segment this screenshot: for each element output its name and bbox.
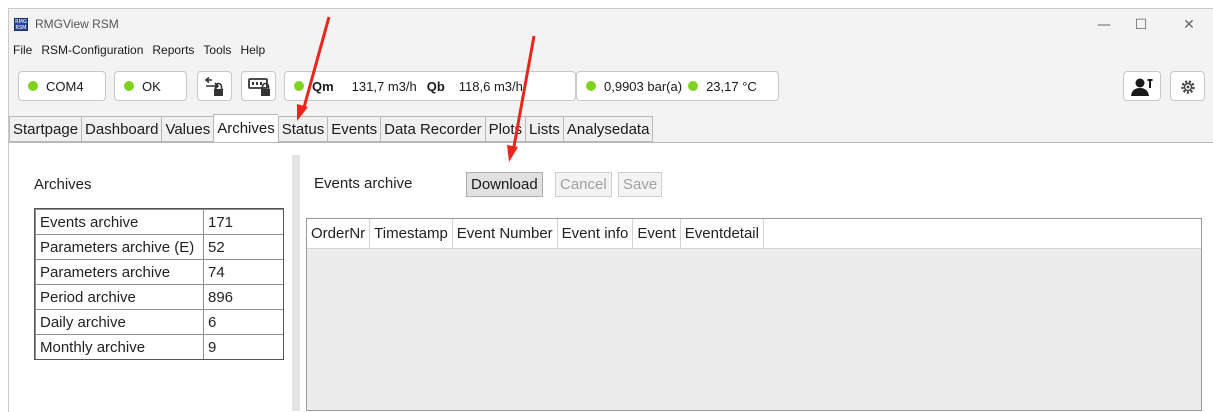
network-lock-button[interactable] (197, 71, 232, 101)
toolbar: COM4 OK Qm 131,7 m3/h Qb 118,6 m3/h 0,99… (9, 69, 1213, 111)
archive-count: 52 (203, 234, 284, 260)
app-window: RMG RSM RMGView RSM — ☐ ✕ File RSM-Confi… (8, 8, 1213, 412)
menu-rsm-configuration[interactable]: RSM-Configuration (37, 42, 148, 60)
grid-header: OrderNr Timestamp Event Number Event inf… (307, 219, 1201, 249)
archive-name: Monthly archive (35, 334, 204, 360)
column-header-event-number[interactable]: Event Number (453, 219, 558, 248)
column-header-event-info[interactable]: Event info (558, 219, 634, 248)
tab-values[interactable]: Values (161, 116, 214, 142)
temperature-led-icon (688, 81, 699, 91)
com-port-label: COM4 (46, 78, 84, 94)
archive-count: 74 (203, 259, 284, 285)
close-button[interactable]: ✕ (1169, 13, 1209, 37)
column-header-timestamp[interactable]: Timestamp (370, 219, 453, 248)
status-led-icon (124, 81, 134, 91)
archive-count: 171 (203, 209, 284, 235)
qb-value: 118,6 m3/h (458, 78, 523, 94)
column-header-eventdetail[interactable]: Eventdetail (681, 219, 764, 248)
title-bar: RMG RSM RMGView RSM — ☐ ✕ (9, 9, 1213, 41)
table-row[interactable]: Period archive 896 (35, 284, 284, 310)
tab-analysedata[interactable]: Analysedata (562, 116, 654, 142)
tab-events[interactable]: Events (327, 116, 381, 142)
archive-name: Parameters archive (35, 259, 204, 285)
pane-splitter[interactable] (292, 155, 300, 411)
cancel-button[interactable]: Cancel (555, 172, 612, 197)
selected-archive-heading: Events archive (314, 175, 413, 192)
minimize-button[interactable]: — (1084, 13, 1124, 37)
connection-status-indicator[interactable]: OK (114, 71, 187, 101)
table-row[interactable]: Daily archive 6 (35, 309, 284, 335)
archives-list-pane: Archives Events archive 171 Parameters a… (9, 143, 299, 412)
gear-icon (1181, 80, 1195, 94)
column-header-ordernr[interactable]: OrderNr (307, 219, 371, 248)
tab-lists[interactable]: Lists (525, 116, 563, 142)
archive-count: 896 (203, 284, 284, 310)
menu-tools[interactable]: Tools (199, 42, 236, 60)
connection-status-label: OK (142, 78, 161, 94)
tab-dashboard[interactable]: Dashboard (81, 116, 162, 142)
menu-bar: File RSM-Configuration Reports Tools Hel… (9, 42, 270, 60)
qm-value: 131,7 m3/h (351, 78, 417, 94)
archives-table: Events archive 171 Parameters archive (E… (35, 209, 284, 360)
column-header-event[interactable]: Event (633, 219, 681, 248)
events-grid[interactable]: OrderNr Timestamp Event Number Event inf… (306, 218, 1202, 411)
app-logo-icon: RMG RSM (14, 18, 28, 31)
user-settings-icon (1131, 78, 1153, 96)
table-row[interactable]: Events archive 171 (35, 209, 284, 235)
tab-archives[interactable]: Archives (213, 114, 278, 143)
tab-plots[interactable]: Plots (484, 116, 526, 142)
archive-detail-pane: Events archive Download Cancel Save Orde… (300, 143, 1213, 412)
archive-count: 6 (203, 309, 284, 335)
maximize-button[interactable]: ☐ (1121, 13, 1161, 37)
tab-status[interactable]: Status (277, 116, 328, 142)
menu-reports[interactable]: Reports (148, 42, 199, 60)
archive-name: Daily archive (35, 309, 204, 335)
window-title: RMGView RSM (35, 17, 119, 31)
tab-startpage[interactable]: Startpage (9, 116, 82, 142)
network-lock-icon (204, 77, 223, 96)
flow-readout: Qm 131,7 m3/h Qb 118,6 m3/h (284, 71, 576, 101)
archives-panel: Archives Events archive 171 Parameters a… (9, 142, 1213, 412)
status-led-icon (28, 81, 38, 91)
settings-button[interactable] (1170, 71, 1205, 101)
archive-count: 9 (203, 334, 284, 360)
archive-name: Events archive (35, 209, 204, 235)
user-settings-button[interactable] (1123, 71, 1161, 101)
menu-file[interactable]: File (9, 42, 37, 60)
com-port-indicator[interactable]: COM4 (18, 71, 106, 101)
table-row[interactable]: Parameters archive (E) 52 (35, 234, 284, 260)
archives-heading: Archives (34, 176, 92, 193)
pressure-value: 0,9903 bar(a) (604, 78, 683, 94)
tab-data-recorder[interactable]: Data Recorder (380, 116, 485, 142)
archive-name: Period archive (35, 284, 204, 310)
tab-bar: Startpage Dashboard Values Archives Stat… (9, 114, 654, 143)
table-row[interactable]: Parameters archive 74 (35, 259, 284, 285)
download-button[interactable]: Download (466, 172, 543, 197)
qb-label: Qb (426, 78, 445, 94)
pressure-temperature-readout: 0,9903 bar(a) 23,17 °C (576, 71, 779, 101)
menu-help[interactable]: Help (236, 42, 270, 60)
flow-led-icon (294, 81, 304, 91)
table-row[interactable]: Monthly archive 9 (35, 334, 284, 360)
pressure-led-icon (586, 81, 596, 91)
temperature-value: 23,17 °C (706, 78, 757, 94)
save-button[interactable]: Save (618, 172, 663, 197)
device-lock-button[interactable] (241, 71, 276, 101)
device-lock-icon (248, 78, 270, 96)
qm-label: Qm (312, 78, 334, 94)
archive-name: Parameters archive (E) (35, 234, 204, 260)
